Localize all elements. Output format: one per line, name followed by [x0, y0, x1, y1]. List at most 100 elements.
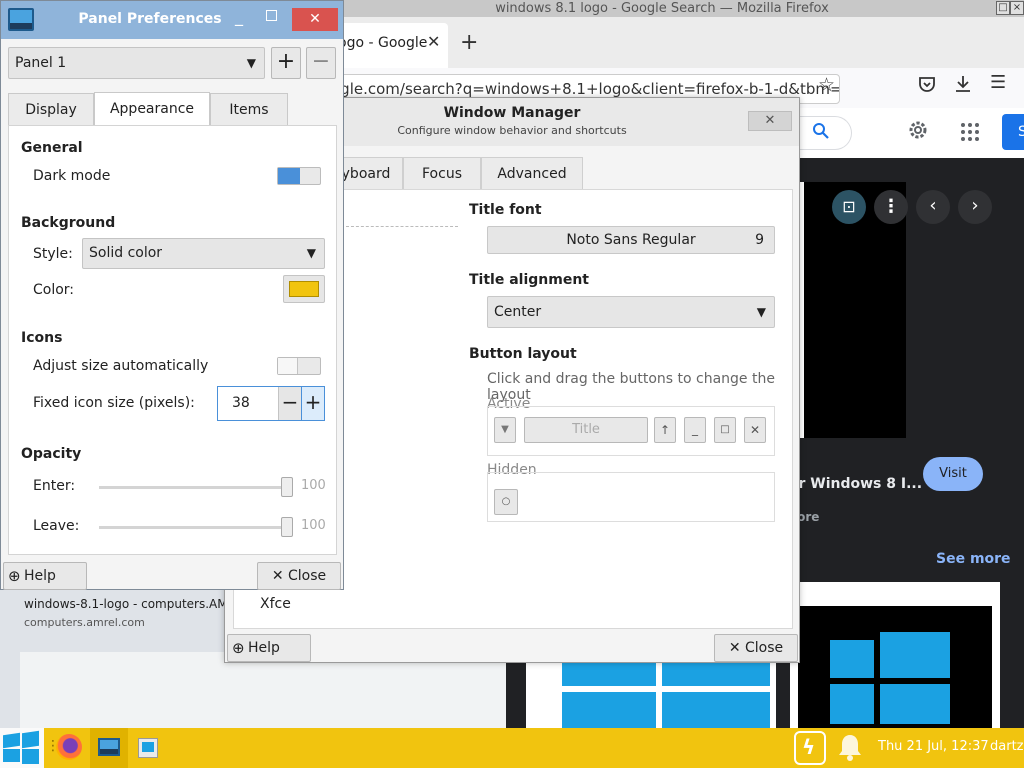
- new-tab-icon[interactable]: +: [460, 30, 478, 55]
- theme-xfce[interactable]: Xfce: [260, 596, 291, 612]
- menu-button-slot[interactable]: ▼: [494, 417, 516, 443]
- user-menu[interactable]: dartz: [990, 739, 1023, 754]
- title-font-label: Title font: [469, 202, 542, 218]
- close-button[interactable]: ×: [1010, 1, 1024, 15]
- enter-slider-track[interactable]: [99, 486, 293, 489]
- wm-help-label: Help: [248, 640, 280, 656]
- notification-bell-icon[interactable]: [836, 732, 864, 762]
- fixed-icon-size-label: Fixed icon size (pixels):: [33, 395, 195, 411]
- lens-icon[interactable]: ⊡: [832, 190, 866, 224]
- result-title[interactable]: er Windows 8 I...: [789, 476, 922, 492]
- pp-close-icon[interactable]: ✕: [292, 8, 338, 31]
- wm-close-icon[interactable]: ✕: [748, 111, 792, 131]
- left-result-title[interactable]: windows-8.1-logo - computers.AMRE: [24, 597, 224, 611]
- remove-panel-button[interactable]: −: [306, 47, 336, 79]
- opacity-heading: Opacity: [21, 446, 82, 462]
- color-label: Color:: [33, 282, 75, 298]
- see-more-link[interactable]: See more: [936, 551, 1011, 567]
- wm-help-button[interactable]: ⊕ Help: [227, 634, 311, 662]
- panel-prefs-task[interactable]: [90, 728, 128, 768]
- wm-close-button[interactable]: ✕ Close: [714, 634, 798, 662]
- search-icon[interactable]: [812, 122, 830, 140]
- enter-slider-handle[interactable]: [281, 477, 293, 497]
- search-box[interactable]: [800, 116, 852, 150]
- pp-close-button[interactable]: ✕ Close: [257, 562, 341, 590]
- related-image-2[interactable]: [790, 582, 1000, 728]
- tab-strip: ogo - Google ✕ +: [300, 17, 1024, 68]
- close-x-icon: ✕: [271, 568, 289, 584]
- title-font-button[interactable]: Noto Sans Regular 9: [487, 226, 775, 254]
- close-button-slot[interactable]: ✕: [744, 417, 766, 443]
- panel-select-value: Panel 1: [15, 55, 67, 71]
- maximize-icon[interactable]: [266, 10, 277, 21]
- prev-arrow-icon[interactable]: ‹: [916, 190, 950, 224]
- icon-size-input[interactable]: 38: [232, 395, 250, 411]
- dark-mode-toggle[interactable]: [277, 167, 321, 185]
- hidden-buttons-area: ○: [487, 472, 775, 522]
- pp-titlebar: Panel Preferences _ ✕: [1, 1, 343, 39]
- leave-slider-track[interactable]: [99, 526, 293, 529]
- help-icon: ⊕: [8, 567, 21, 585]
- tab-appearance[interactable]: Appearance: [94, 92, 210, 127]
- title-alignment-select[interactable]: Center ▼: [487, 296, 775, 328]
- firefox-icon[interactable]: [56, 734, 82, 760]
- title-alignment-label: Title alignment: [469, 272, 589, 288]
- stick-button-slot[interactable]: ○: [494, 489, 518, 515]
- pp-close-label: Close: [288, 568, 327, 584]
- dark-mode-label: Dark mode: [33, 168, 111, 184]
- pp-help-button[interactable]: ⊕ Help: [3, 562, 87, 590]
- tab-advanced[interactable]: Advanced: [481, 157, 583, 189]
- close-tab-icon[interactable]: ✕: [427, 32, 440, 51]
- minimize-button-slot[interactable]: _: [684, 417, 706, 443]
- bookmark-star-icon[interactable]: ☆: [818, 74, 835, 96]
- window-manager-icon[interactable]: [138, 738, 158, 758]
- button-layout-label: Button layout: [469, 346, 577, 362]
- maximize-button-slot[interactable]: □: [714, 417, 736, 443]
- pp-help-label: Help: [24, 568, 56, 584]
- chevron-down-icon: ▼: [246, 56, 256, 70]
- settings-icon[interactable]: [906, 118, 930, 142]
- icons-heading: Icons: [21, 330, 63, 346]
- apps-grid-icon[interactable]: [960, 122, 980, 142]
- next-arrow-icon[interactable]: ›: [958, 190, 992, 224]
- appearance-tab-body: General Dark mode Background Style: Soli…: [8, 125, 337, 555]
- help-icon: ⊕: [232, 639, 245, 657]
- tab-items[interactable]: Items: [210, 93, 288, 126]
- clock[interactable]: Thu 21 Jul, 12:37: [878, 739, 989, 754]
- tab-display[interactable]: Display: [8, 93, 94, 126]
- adjust-size-label: Adjust size automatically: [33, 358, 209, 374]
- button-layout-hint: Click and drag the buttons to change the…: [487, 371, 775, 403]
- adjust-size-toggle[interactable]: [277, 357, 321, 375]
- start-button[interactable]: [0, 728, 44, 768]
- more-options-icon[interactable]: ⋮: [874, 190, 908, 224]
- left-result-domain[interactable]: computers.amrel.com: [24, 616, 145, 629]
- shade-button-slot[interactable]: ↑: [654, 417, 676, 443]
- icon-size-spinbox[interactable]: 38 − +: [217, 386, 325, 421]
- decrement-button[interactable]: −: [278, 387, 301, 420]
- leave-slider-handle[interactable]: [281, 517, 293, 537]
- visit-button[interactable]: Visit: [923, 457, 983, 491]
- general-heading: General: [21, 140, 83, 156]
- style-select[interactable]: Solid color ▼: [82, 238, 325, 269]
- increment-button[interactable]: +: [301, 387, 324, 420]
- add-panel-button[interactable]: +: [271, 47, 301, 79]
- battery-charging-icon[interactable]: ϟ: [794, 731, 826, 765]
- taskbar: ⋮ ϟ Thu 21 Jul, 12:37 dartz: [0, 728, 1024, 768]
- menu-icon[interactable]: ☰: [990, 72, 1006, 93]
- leave-value: 100: [301, 518, 326, 533]
- wm-close-label: Close: [745, 640, 784, 656]
- pocket-icon[interactable]: [918, 75, 936, 93]
- color-button[interactable]: [283, 275, 325, 303]
- maximize-button[interactable]: □: [996, 1, 1010, 15]
- active-buttons-area: ▼ Title ↑ _ □ ✕: [487, 406, 775, 456]
- panel-select[interactable]: Panel 1 ▼: [8, 47, 265, 79]
- download-icon[interactable]: [954, 74, 972, 94]
- style-select-value: Solid color: [89, 245, 163, 261]
- tab-focus[interactable]: Focus: [403, 157, 481, 189]
- left-result-image[interactable]: [20, 652, 506, 728]
- minimize-icon[interactable]: _: [235, 7, 243, 26]
- sign-in-button[interactable]: S: [1002, 114, 1024, 150]
- panel-preferences-dialog: Panel Preferences _ ✕ Panel 1 ▼ + − Disp…: [0, 0, 344, 590]
- tab-label: ogo - Google: [338, 35, 428, 51]
- title-slot[interactable]: Title: [524, 417, 648, 443]
